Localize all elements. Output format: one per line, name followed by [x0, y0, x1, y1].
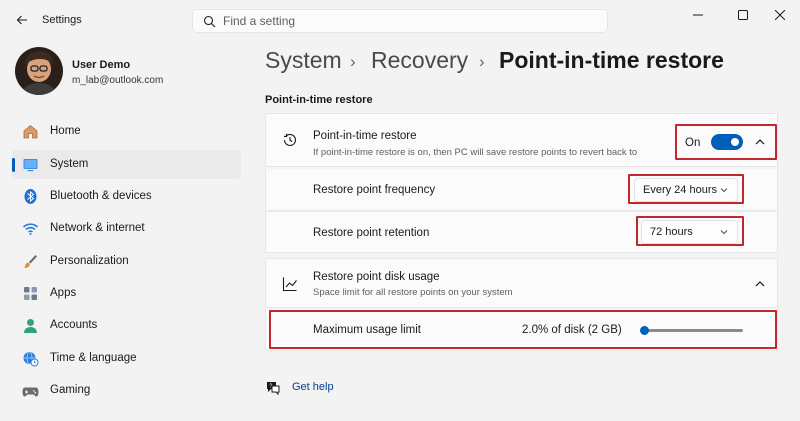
back-arrow-icon	[16, 15, 27, 25]
search-input[interactable]	[223, 13, 593, 29]
gamepad-icon	[22, 387, 39, 397]
maximize-button[interactable]	[729, 6, 757, 24]
sidebar-item-apps[interactable]: Apps	[12, 279, 241, 308]
breadcrumb-separator: ›	[350, 52, 356, 71]
sidebar-item-label: Gaming	[50, 384, 91, 396]
get-help-link[interactable]: Get help	[292, 381, 334, 393]
sidebar-item-label: Accounts	[50, 319, 98, 331]
sidebar-item-system[interactable]: System	[12, 150, 241, 179]
maximize-icon	[738, 10, 748, 20]
back-button[interactable]	[12, 10, 32, 30]
bluetooth-icon	[24, 189, 37, 204]
disk-usage-card[interactable]: Restore point disk usage Space limit for…	[265, 258, 778, 308]
breadcrumb-separator: ›	[479, 52, 485, 71]
history-icon	[283, 133, 297, 146]
help-icon: ?	[267, 382, 280, 395]
retention-value: 72 hours	[650, 226, 693, 238]
sidebar-item-gaming[interactable]: Gaming	[12, 376, 241, 405]
restore-toggle[interactable]	[711, 134, 743, 150]
chart-line-icon	[282, 277, 297, 292]
sidebar-item-accounts[interactable]: Accounts	[12, 311, 241, 340]
breadcrumb-recovery[interactable]: Recovery	[371, 47, 468, 74]
frequency-label: Restore point frequency	[313, 184, 436, 196]
restore-card[interactable]: Point-in-time restore If point-in-time r…	[265, 113, 778, 167]
avatar[interactable]	[15, 47, 63, 95]
sidebar-item-network[interactable]: Network & internet	[12, 214, 241, 243]
sidebar-item-label: Network & internet	[50, 222, 145, 234]
minimize-button[interactable]	[684, 6, 712, 24]
toggle-state-label: On	[685, 137, 701, 149]
chevron-up-icon[interactable]	[754, 136, 766, 148]
usage-slider-thumb[interactable]	[639, 326, 649, 335]
max-usage-label: Maximum usage limit	[313, 324, 421, 336]
sidebar-item-label: Personalization	[50, 255, 129, 267]
disk-usage-description: Space limit for all restore points on yo…	[313, 287, 513, 298]
user-name: User Demo	[72, 59, 131, 71]
sidebar-item-label: Time & language	[50, 352, 137, 364]
search-icon	[203, 15, 216, 28]
section-title: Point-in-time restore	[265, 94, 373, 106]
minimize-icon	[693, 14, 703, 16]
restore-description: If point-in-time restore is on, then PC …	[313, 147, 638, 158]
home-icon	[23, 124, 38, 139]
wifi-icon	[22, 223, 39, 235]
sidebar-item-label: System	[50, 158, 89, 170]
sidebar-item-bluetooth[interactable]: Bluetooth & devices	[12, 182, 241, 211]
restore-title: Point-in-time restore	[313, 130, 417, 142]
search-box[interactable]	[192, 9, 608, 33]
retention-label: Restore point retention	[313, 227, 430, 239]
usage-slider-track[interactable]	[648, 329, 743, 332]
svg-text:?: ?	[269, 383, 272, 389]
frequency-dropdown[interactable]: Every 24 hours	[634, 178, 738, 202]
title-bar: Settings	[0, 0, 800, 40]
apps-icon	[24, 287, 37, 300]
sidebar-item-label: Bluetooth & devices	[50, 190, 152, 202]
retention-dropdown[interactable]: 72 hours	[641, 220, 738, 244]
sidebar-item-personalization[interactable]: Personalization	[12, 247, 241, 276]
close-button[interactable]	[766, 6, 794, 24]
system-icon	[23, 159, 38, 172]
chevron-up-icon[interactable]	[754, 278, 766, 290]
disk-usage-title: Restore point disk usage	[313, 271, 440, 283]
chevron-down-icon	[720, 230, 728, 235]
user-email: m_lab@outlook.com	[72, 75, 164, 86]
sidebar-item-time-language[interactable]: Time & language	[12, 344, 241, 373]
app-title: Settings	[42, 14, 82, 26]
brush-icon	[24, 255, 37, 268]
person-icon	[24, 319, 37, 333]
sidebar-item-label: Home	[50, 125, 81, 137]
breadcrumb-system[interactable]: System	[265, 47, 342, 74]
chevron-down-icon	[720, 188, 728, 193]
active-indicator	[12, 158, 15, 172]
sidebar-item-home[interactable]: Home	[12, 117, 241, 146]
avatar-image	[15, 47, 63, 95]
sidebar-item-label: Apps	[50, 287, 77, 299]
close-icon	[775, 10, 785, 20]
frequency-value: Every 24 hours	[643, 184, 717, 196]
page-title: Point-in-time restore	[499, 47, 724, 73]
globe-clock-icon	[23, 351, 39, 367]
max-usage-value: 2.0% of disk (2 GB)	[522, 324, 622, 336]
